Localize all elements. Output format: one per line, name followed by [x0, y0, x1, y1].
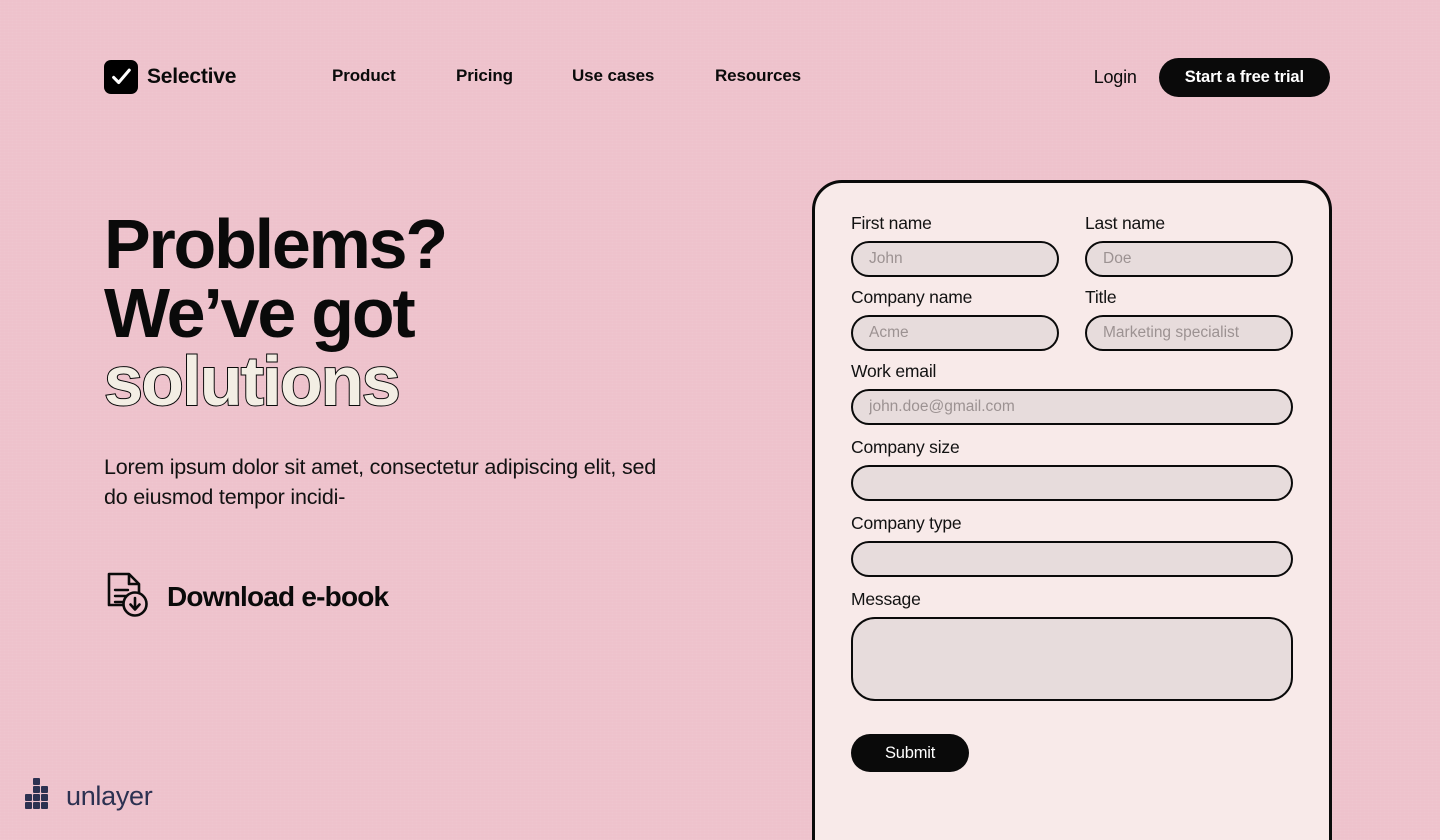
work-email-field-group: Work email — [851, 361, 1293, 425]
company-size-label: Company size — [851, 437, 960, 457]
hero-title-line-1: Problems? — [104, 205, 448, 283]
title-label: Title — [1085, 287, 1117, 307]
last-name-input[interactable] — [1085, 241, 1293, 277]
start-free-trial-button[interactable]: Start a free trial — [1158, 58, 1330, 97]
company-size-select[interactable] — [851, 465, 1293, 501]
unlayer-wordmark: unlayer — [66, 781, 153, 811]
company-size-field-group: Company size — [851, 437, 1293, 501]
first-name-label: First name — [851, 213, 932, 233]
first-name-field-group: First name — [851, 213, 1059, 277]
nav-link-resources[interactable]: Resources — [715, 66, 835, 86]
checkmark-badge-icon — [104, 60, 138, 94]
message-field-group: Message — [851, 589, 1293, 706]
company-type-select[interactable] — [851, 541, 1293, 577]
unlayer-logo: unlayer — [24, 777, 153, 816]
submit-button[interactable]: Submit — [851, 734, 970, 772]
navbar: Selective Product Pricing Use cases Reso… — [0, 0, 1440, 140]
hero-title-line-2: We’ve got — [104, 273, 416, 352]
name-field-row: First name Last name — [851, 213, 1293, 287]
company-name-field-group: Company name — [851, 287, 1059, 351]
message-textarea[interactable] — [851, 617, 1293, 701]
work-email-label: Work email — [851, 361, 937, 381]
nav-link-use-cases[interactable]: Use cases — [572, 66, 715, 86]
document-download-icon — [104, 571, 150, 624]
company-type-label: Company type — [851, 513, 962, 533]
work-email-input[interactable] — [851, 389, 1293, 425]
company-name-label: Company name — [851, 287, 973, 307]
hero-title-line-3: solutions — [103, 342, 402, 421]
hero-subtitle: Lorem ipsum dolor sit amet, consectetur … — [104, 454, 657, 510]
brand-name: Selective — [147, 65, 237, 88]
nav-link-product[interactable]: Product — [332, 66, 456, 86]
contact-form-card: First name Last name Company name Title … — [812, 180, 1332, 840]
hero-section: Problems? We’ve got solutions Lorem ipsu… — [103, 209, 724, 624]
first-name-input[interactable] — [851, 241, 1059, 277]
company-field-row: Company name Title — [851, 287, 1293, 361]
download-ebook-label: Download e-book — [167, 581, 389, 613]
nav-link-pricing[interactable]: Pricing — [456, 66, 572, 86]
unlayer-pixel-grid-icon — [24, 777, 56, 816]
page-title: Problems? We’ve got solutions — [103, 209, 724, 421]
login-link[interactable]: Login — [1094, 67, 1137, 88]
title-input[interactable] — [1085, 315, 1293, 351]
company-type-field-group: Company type — [851, 513, 1293, 577]
nav-links: Product Pricing Use cases Resources — [332, 66, 835, 86]
company-name-input[interactable] — [851, 315, 1059, 351]
title-field-group: Title — [1085, 287, 1293, 351]
download-ebook-link[interactable]: Download e-book — [104, 571, 389, 624]
brand-logo[interactable]: Selective — [104, 60, 236, 94]
last-name-label: Last name — [1085, 213, 1165, 233]
message-label: Message — [851, 589, 921, 609]
last-name-field-group: Last name — [1085, 213, 1293, 277]
nav-actions: Login Start a free trial — [1094, 58, 1330, 97]
